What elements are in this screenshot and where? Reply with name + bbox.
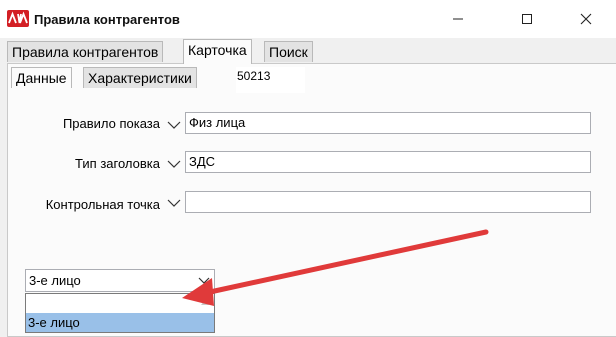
app-window: Правила контрагентов Правила контрагенто… [0, 0, 616, 337]
window-title: Правила контрагентов [34, 12, 180, 27]
checkpoint-field[interactable] [185, 191, 591, 213]
tab-card[interactable]: Карточка [183, 39, 252, 64]
client-area: Правила контрагентов Карточка Поиск Данн… [0, 38, 616, 337]
subtab-data[interactable]: Данные [11, 67, 72, 88]
card-panel: Данные Характеристики 50213 Правило пока… [7, 63, 616, 337]
party-combobox-value: 3-е лицо [29, 273, 81, 288]
minimize-button[interactable] [435, 0, 481, 38]
minimize-icon [453, 18, 463, 20]
tab-search[interactable]: Поиск [264, 41, 313, 62]
close-button[interactable] [563, 0, 609, 38]
display-rule-field[interactable]: Физ лица [185, 112, 591, 134]
subtab-characteristics[interactable]: Характеристики [83, 67, 197, 88]
display-rule-label: Правило показа [62, 116, 160, 131]
scroll-up-icon[interactable] [200, 298, 210, 306]
maximize-icon [522, 14, 532, 24]
close-icon [580, 13, 592, 25]
app-logo-icon [7, 10, 29, 27]
maximize-button[interactable] [504, 0, 550, 38]
dropdown-option[interactable]: 3-е лицо [26, 313, 214, 332]
title-bar: Правила контрагентов [0, 0, 616, 38]
header-type-label: Тип заголовка [75, 156, 160, 171]
chevron-down-icon[interactable] [167, 119, 181, 131]
chevron-down-icon[interactable] [167, 197, 181, 209]
header-type-field[interactable]: ЗДС [185, 151, 591, 173]
dropdown-search-input[interactable] [26, 294, 214, 312]
tab-contractor-rules[interactable]: Правила контрагентов [7, 41, 164, 62]
party-dropdown-list: 3-е лицо [25, 293, 215, 333]
party-combobox[interactable]: 3-е лицо [25, 269, 215, 292]
chevron-down-icon[interactable] [167, 158, 181, 170]
card-code: 50213 [236, 67, 305, 93]
chevron-down-icon[interactable] [198, 276, 210, 285]
checkpoint-label: Контрольная точка [45, 197, 160, 212]
